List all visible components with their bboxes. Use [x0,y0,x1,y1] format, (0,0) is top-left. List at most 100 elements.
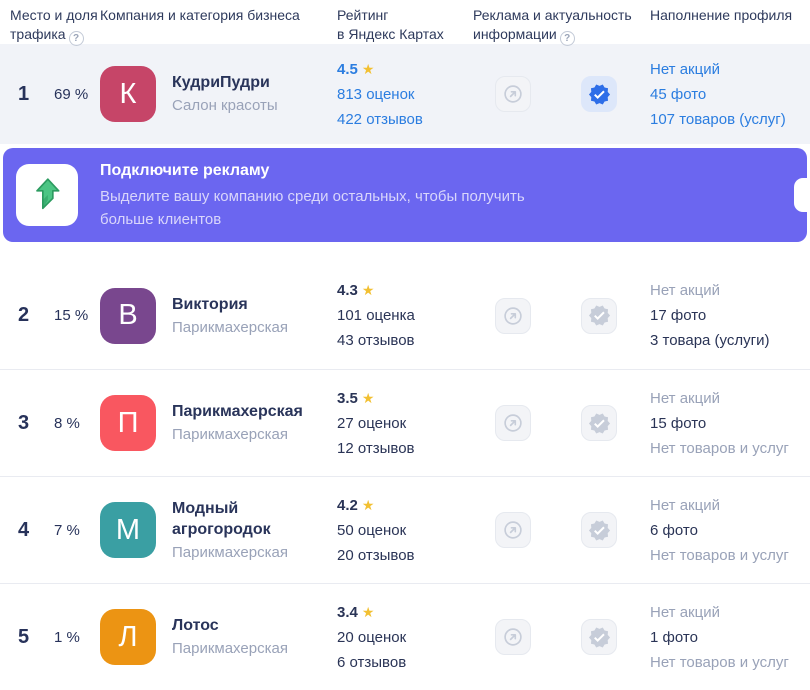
products-count: 3 товара (услуги) [650,328,800,353]
column-header-company: Компания и категория бизнеса [100,6,337,25]
place-cell: 4 7 % [10,519,100,542]
ads-promo-icon[interactable] [495,405,531,441]
rating-cell: 4.2★ 50 оценок 20 отзывов [337,493,473,568]
column-header-rating: Рейтинг в Яндекс Картах [337,6,473,44]
traffic-share: 69 % [54,86,88,103]
column-header-place: Место и доля трафика? [10,6,100,46]
company-cell: К КудриПудри Салон красоты [100,66,337,122]
place-number: 1 [10,83,54,106]
company-name: Лотос [172,615,288,636]
reviews-count-link[interactable]: 422 отзывов [337,107,473,132]
company-cell: М Модный агрогородок Парикмахерская [100,498,337,563]
company-cell: В Виктория Парикмахерская [100,288,337,344]
products-status: Нет товаров и услуг [650,650,800,675]
company-name: Парикмахерская [172,401,303,422]
ratings-count: 50 оценок [337,518,473,543]
ads-cell [473,405,650,441]
place-cell: 2 15 % [10,304,100,327]
promos-status: Нет акций [650,600,800,625]
traffic-share: 7 % [54,522,80,539]
place-cell: 3 8 % [10,412,100,435]
info-verified-icon[interactable] [581,619,617,655]
column-header-profile: Наполнение профиля [650,6,800,25]
traffic-share: 8 % [54,415,80,432]
profile-cell: Нет акций 17 фото 3 товара (услуги) [650,278,800,353]
reviews-count: 12 отзывов [337,436,473,461]
growth-arrow-tile [16,164,78,226]
products-status: Нет товаров и услуг [650,436,800,461]
table-row[interactable]: 5 1 % Л Лотос Парикмахерская 3.4★ 20 оце… [0,583,810,690]
company-name: Виктория [172,294,288,315]
banner-subtitle: Выделите вашу компанию среди остальных, … [100,185,570,231]
ratings-count: 20 оценок [337,625,473,650]
star-icon: ★ [362,497,375,513]
rating-cell: 4.5★ 813 оценок 422 отзывов [337,57,473,132]
table-row[interactable]: 3 8 % П Парикмахерская Парикмахерская 3.… [0,369,810,476]
star-icon: ★ [362,282,375,298]
ratings-count-link[interactable]: 813 оценок [337,82,473,107]
banner-edge-button[interactable] [794,178,807,212]
table-row[interactable]: 4 7 % М Модный агрогородок Парикмахерска… [0,476,810,583]
ads-promo-icon[interactable] [495,298,531,334]
avatar: Л [100,609,156,665]
place-cell: 5 1 % [10,626,100,649]
banner-title: Подключите рекламу [100,160,570,182]
promos-status: Нет акций [650,386,800,411]
rating-cell: 4.3★ 101 оценка 43 отзывов [337,278,473,353]
traffic-share: 1 % [54,629,80,646]
growth-arrow-icon [27,175,67,215]
rating-value: 4.2 [337,497,358,514]
help-icon[interactable]: ? [560,31,575,46]
rating-value: 4.5 [337,61,358,78]
info-verified-icon[interactable] [581,76,617,112]
info-verified-icon[interactable] [581,512,617,548]
profile-cell: Нет акций 1 фото Нет товаров и услуг [650,600,800,675]
ads-promo-icon[interactable] [495,619,531,655]
banner-text: Подключите рекламу Выделите вашу компани… [100,160,570,231]
ads-promo-icon[interactable] [495,512,531,548]
avatar: М [100,502,156,558]
avatar: В [100,288,156,344]
ratings-count: 101 оценка [337,303,473,328]
ads-promo-icon[interactable] [495,76,531,112]
table-header: Место и доля трафика? Компания и категор… [0,0,810,44]
photos-count: 17 фото [650,303,800,328]
company-cell: П Парикмахерская Парикмахерская [100,395,337,451]
reviews-count: 20 отзывов [337,543,473,568]
info-verified-icon[interactable] [581,405,617,441]
rating-cell: 3.4★ 20 оценок 6 отзывов [337,600,473,675]
promos-status: Нет акций [650,278,800,303]
table-row-own-company[interactable]: 1 69 % К КудриПудри Салон красоты 4.5★ 8… [0,44,810,144]
promos-status: Нет акций [650,493,800,518]
rating-value: 3.4 [337,604,358,621]
company-category: Салон красоты [172,95,278,116]
competitors-table: Место и доля трафика? Компания и категор… [0,0,810,690]
company-category: Парикмахерская [172,638,288,659]
competitor-rows: 2 15 % В Виктория Парикмахерская 4.3★ 10… [0,262,810,690]
help-icon[interactable]: ? [69,31,84,46]
place-number: 2 [10,304,54,327]
star-icon: ★ [362,61,375,77]
promos-link[interactable]: Нет акций [650,57,800,82]
place-number: 5 [10,626,54,649]
products-link[interactable]: 107 товаров (услуг) [650,107,800,132]
avatar: К [100,66,156,122]
profile-cell: Нет акций 6 фото Нет товаров и услуг [650,493,800,568]
info-verified-icon[interactable] [581,298,617,334]
reviews-count: 6 отзывов [337,650,473,675]
table-row[interactable]: 2 15 % В Виктория Парикмахерская 4.3★ 10… [0,262,810,369]
connect-ads-banner[interactable]: Подключите рекламу Выделите вашу компани… [3,148,807,242]
company-cell: Л Лотос Парикмахерская [100,609,337,665]
ads-cell [473,298,650,334]
place-number: 4 [10,519,54,542]
company-name: Модный агрогородок [172,498,327,540]
ads-cell [473,76,650,112]
place-number: 3 [10,412,54,435]
photos-link[interactable]: 45 фото [650,82,800,107]
rating-cell: 3.5★ 27 оценок 12 отзывов [337,386,473,461]
profile-cell: Нет акций 45 фото 107 товаров (услуг) [650,57,800,132]
company-category: Парикмахерская [172,424,303,445]
ratings-count: 27 оценок [337,411,473,436]
photos-count: 6 фото [650,518,800,543]
rating-value: 4.3 [337,282,358,299]
